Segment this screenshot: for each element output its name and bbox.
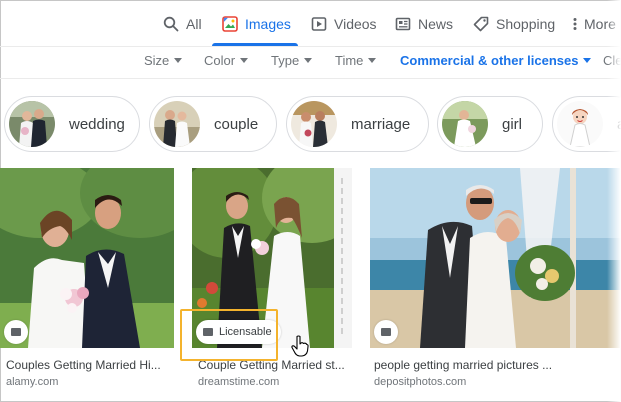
tab-label: More [584,16,616,32]
chip-next[interactable]: a [552,96,621,152]
caret-down-icon [368,58,377,63]
result-image[interactable] [370,168,621,348]
licensable-label: Licensable [219,326,272,338]
filter-type[interactable]: Type [271,53,313,68]
search-icon [163,16,179,32]
chip-thumbnail [442,101,488,147]
result-image[interactable]: Licensable [192,168,352,348]
more-vert-icon [572,16,578,32]
tab-label: News [418,16,454,32]
images-icon [222,16,238,32]
chip-label: girl [502,115,523,133]
news-icon [395,16,411,32]
image-icon [381,328,391,336]
chip-thumbnail [154,101,200,147]
image-icon [11,328,21,336]
chip-wedding[interactable]: wedding [4,96,140,152]
result-title[interactable]: Couples Getting Married Hi... [6,358,168,372]
filter-label: Cle [603,53,621,68]
result-source: depositphotos.com [374,376,467,388]
chip-label: couple [214,115,259,133]
tab-images[interactable]: Images [222,13,291,35]
caret-down-icon [304,58,313,63]
chip-label: marriage [351,115,411,133]
tab-label: Shopping [496,16,556,32]
filter-clear[interactable]: Cle [603,53,621,68]
filter-label: Commercial & other licenses [400,53,579,68]
tab-label: All [186,16,202,32]
search-tabs: All Images Videos News Shopping More [0,0,621,46]
caret-down-icon [583,58,592,63]
image-badge [374,320,398,344]
result-title[interactable]: Couple Getting Married st... [198,358,348,372]
result-image[interactable] [0,168,174,348]
filter-licenses[interactable]: Commercial & other licenses [400,53,592,68]
tab-videos[interactable]: Videos [311,13,377,35]
chip-label: wedding [69,115,125,133]
tag-icon [473,16,489,32]
chip-label: a [617,116,621,133]
filter-time[interactable]: Time [335,53,377,68]
chip-thumbnail [291,101,337,147]
tab-all[interactable]: All [163,13,202,35]
divider [0,78,621,79]
tab-news[interactable]: News [395,13,453,35]
chip-thumbnail [557,101,603,147]
hand-cursor-icon [291,335,309,362]
filter-label: Type [271,53,300,68]
image-badge [4,320,28,344]
filter-size[interactable]: Size [144,53,183,68]
caret-down-icon [240,58,249,63]
chip-girl[interactable]: girl [437,96,543,152]
filter-label: Size [144,53,170,68]
result-source: dreamstime.com [198,376,280,388]
result-title[interactable]: people getting married pictures ... [374,358,574,372]
tab-more[interactable]: More [572,13,616,35]
filter-bar: Size Color Type Time Commercial & other … [0,47,621,77]
tab-label: Videos [334,16,377,32]
result-source: alamy.com [6,376,59,388]
tab-shopping[interactable]: Shopping [473,13,555,35]
filter-label: Time [335,53,364,68]
image-icon [203,328,213,336]
licensable-badge[interactable]: Licensable [196,320,281,344]
play-icon [311,16,327,32]
filter-color[interactable]: Color [204,53,249,68]
chip-marriage[interactable]: marriage [286,96,429,152]
caret-down-icon [174,58,183,63]
tab-label: Images [245,16,291,32]
chip-couple[interactable]: couple [149,96,277,152]
chip-thumbnail [9,101,55,147]
filter-label: Color [204,53,236,68]
